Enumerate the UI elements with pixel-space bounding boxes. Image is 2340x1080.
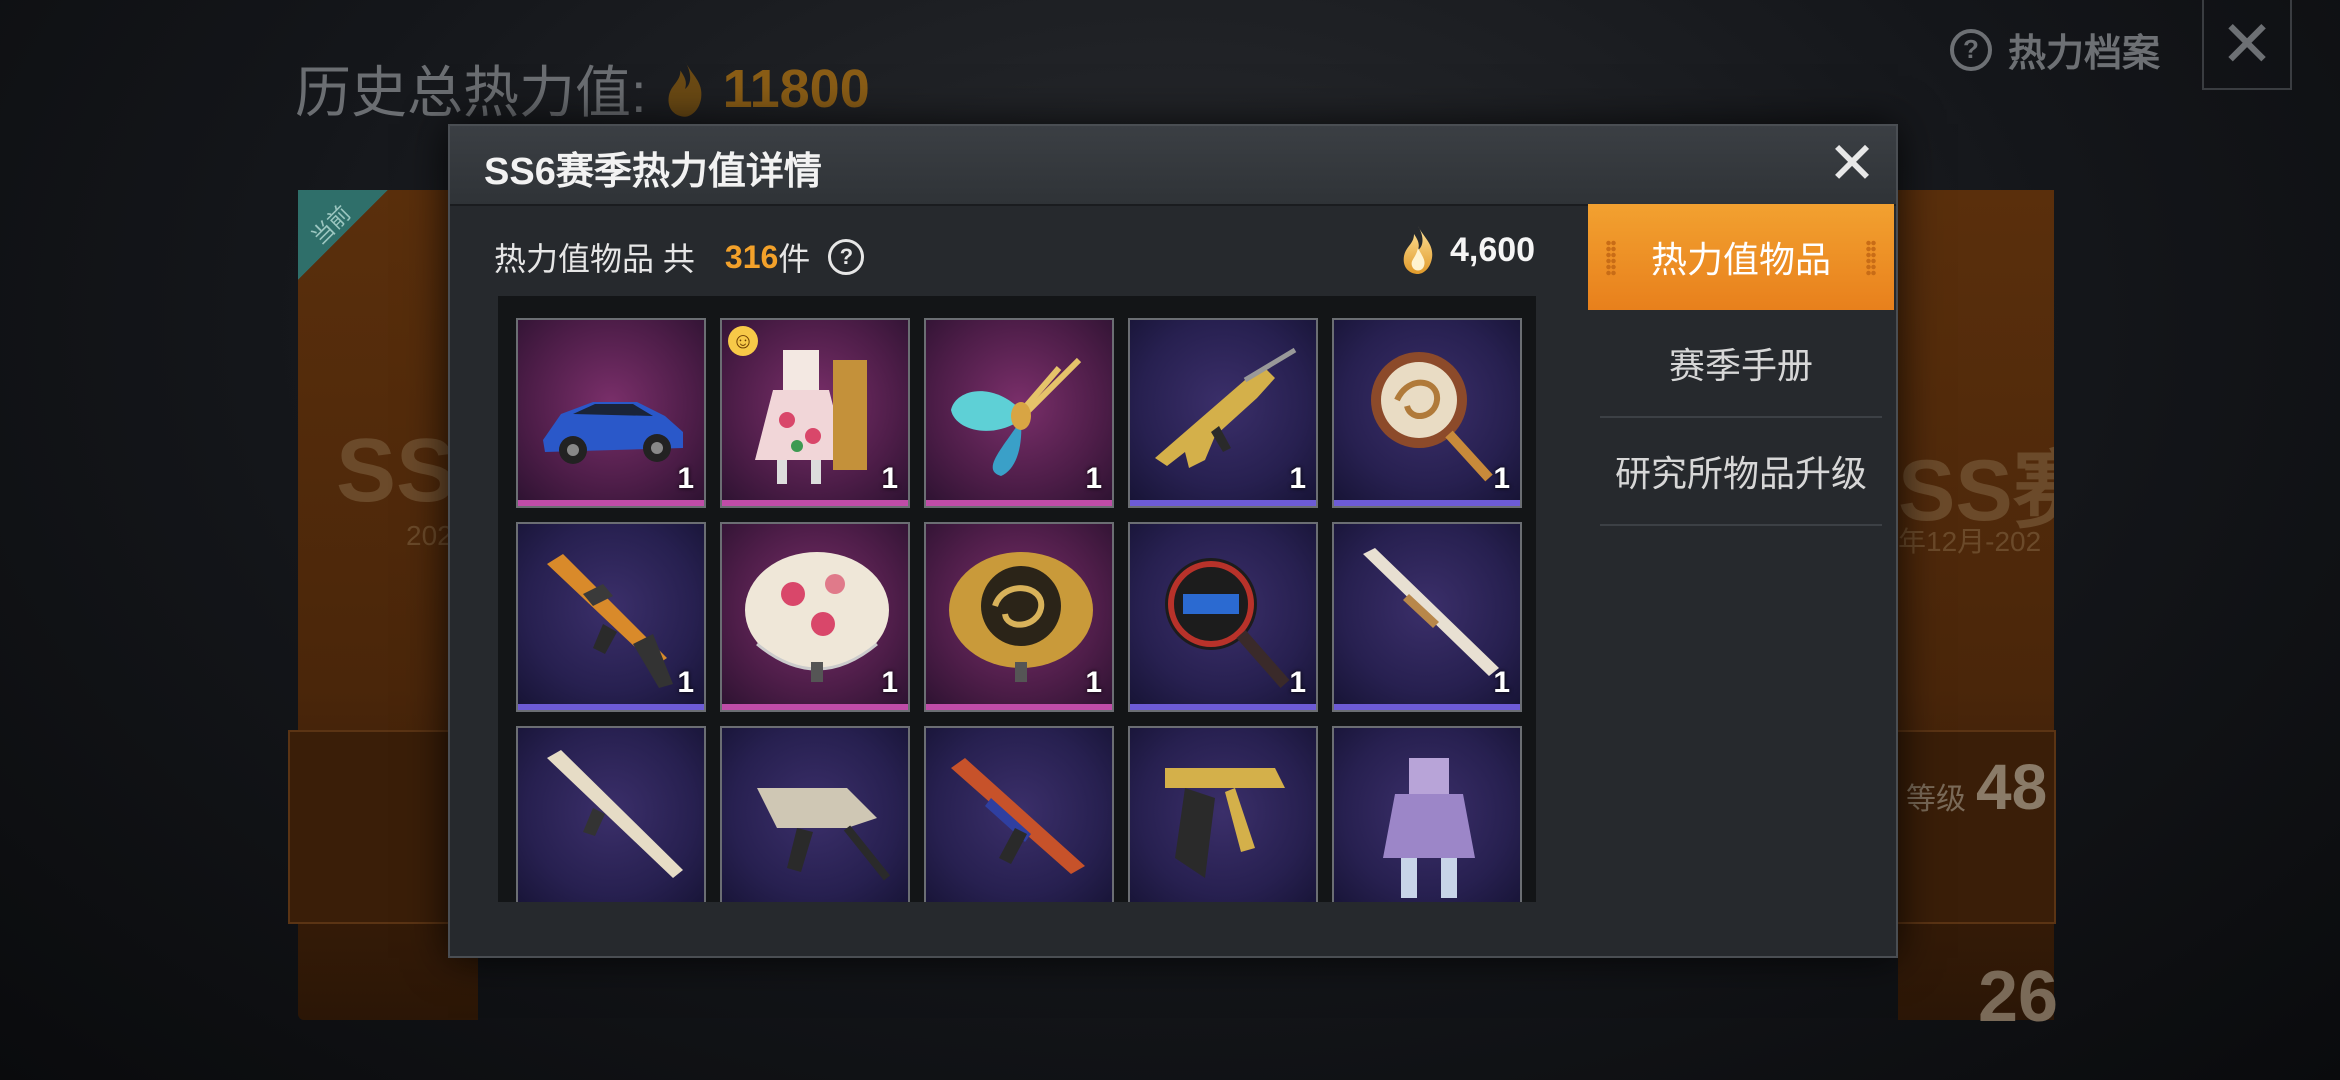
parachute-icon — [745, 552, 889, 682]
item-quantity: 1 — [1493, 462, 1510, 495]
heat-total: 4,600 — [1398, 224, 1535, 276]
item-m416-skin[interactable]: 1 — [516, 522, 706, 712]
item-smg-skin[interactable] — [720, 726, 910, 902]
current-badge: 当前 — [298, 190, 388, 280]
season-level: 等级 48 — [1906, 751, 2048, 823]
dialog-header: SS6赛季热力值详情 ✕ — [450, 126, 1896, 206]
item-quantity: 1 — [1289, 666, 1306, 699]
outfit-icon — [755, 350, 867, 484]
items-panel: 热力值物品 共 316 件 ? 4,600 1 ☺ 1 1 1 1 1 1 1 … — [450, 206, 1586, 956]
history-heat-label: 历史总热力值: — [295, 61, 647, 124]
item-count-value: 316 — [724, 238, 779, 275]
history-heat-total: 历史总热力值: 11800 — [295, 48, 870, 129]
item-quantity: 1 — [881, 666, 898, 699]
item-count: 热力值物品 共 316 件 ? — [494, 234, 865, 280]
dialog-close-button[interactable]: ✕ — [1824, 135, 1880, 193]
rifle-icon — [1155, 347, 1297, 468]
season-name: SS — [336, 421, 457, 521]
item-butterfly-glider[interactable]: 1 — [924, 318, 1114, 508]
help-icon[interactable]: ? — [828, 239, 865, 275]
rifle-icon — [547, 554, 673, 688]
parachute-icon — [949, 552, 1093, 682]
flame-icon — [668, 60, 702, 117]
tab-season-handbook[interactable]: 赛季手册 — [1588, 310, 1894, 416]
item-quantity: 1 — [881, 462, 898, 495]
item-dragon-parachute[interactable]: 1 — [924, 522, 1114, 712]
rifle-icon — [1165, 768, 1285, 878]
item-groza-skin[interactable] — [1128, 726, 1318, 902]
tab-label: 赛季手册 — [1668, 345, 1813, 386]
history-heat-value: 11800 — [722, 58, 870, 119]
item-blue-sports-car[interactable]: 1 — [516, 318, 706, 508]
season-date: 202 — [406, 520, 453, 551]
item-quantity: 1 — [1289, 462, 1306, 495]
dialog-title: SS6赛季热力值详情 — [484, 151, 822, 193]
item-floral-outfit[interactable]: ☺ 1 — [720, 318, 910, 508]
heat-archive-link[interactable]: ? 热力档案 — [1950, 22, 2160, 77]
other-season-card: SS赛 年12月-202 等级48 26 — [1898, 190, 2058, 1037]
season-heat-detail-dialog: SS6赛季热力值详情 ✕ 热力值物品 共 316 件 ? 4,600 1 ☺ 1… — [448, 124, 1898, 958]
tab-lab-upgrade[interactable]: 研究所物品升级 — [1588, 418, 1894, 524]
item-white-rifle-skin[interactable] — [516, 726, 706, 902]
pan-icon — [1165, 558, 1290, 688]
item-quantity: 1 — [677, 666, 694, 699]
item-lavender-outfit[interactable] — [1332, 726, 1522, 902]
item-count-label: 热力值物品 共 — [494, 241, 695, 277]
tab-heat-items[interactable]: 热力值物品 — [1588, 204, 1894, 310]
flame-icon — [1403, 226, 1433, 274]
heat-archive-label: 热力档案 — [2008, 33, 2161, 75]
item-quantity: 1 — [1085, 666, 1102, 699]
item-dragon-pan[interactable]: 1 — [1332, 318, 1522, 508]
tab-decoration — [1866, 240, 1876, 276]
item-quantity: 1 — [677, 462, 694, 495]
tab-decoration — [1606, 240, 1616, 276]
item-floral-parachute[interactable]: 1 — [720, 522, 910, 712]
car-icon — [543, 402, 683, 464]
season-count: 26 — [1978, 957, 2059, 1037]
rifle-icon — [951, 758, 1085, 874]
items-grid-container[interactable]: 1 ☺ 1 1 1 1 1 1 1 1 1 — [498, 296, 1536, 902]
item-quantity: 1 — [1085, 462, 1102, 495]
shotgun-icon — [1363, 548, 1499, 676]
glider-icon — [951, 357, 1082, 476]
item-shotgun-skin[interactable]: 1 — [1332, 522, 1522, 712]
rifle-icon — [547, 750, 683, 878]
smg-icon — [757, 788, 891, 881]
pan-icon — [1371, 352, 1493, 482]
items-grid: 1 ☺ 1 1 1 1 1 1 1 1 1 — [516, 318, 1522, 902]
outfit-icon — [1383, 758, 1475, 898]
heat-total-value: 4,600 — [1450, 230, 1536, 269]
season-date: 年12月-202 — [1898, 526, 2042, 557]
help-icon: ? — [1950, 28, 1992, 71]
tab-divider — [1600, 524, 1882, 526]
category-tabs: 热力值物品 赛季手册 研究所物品升级 — [1588, 204, 1894, 954]
page-close-button[interactable]: ✕ — [2202, 0, 2292, 90]
item-count-unit: 件 — [778, 241, 811, 277]
tab-label: 研究所物品升级 — [1614, 453, 1867, 494]
tab-label: 热力值物品 — [1650, 239, 1831, 280]
item-quantity: 1 — [1493, 666, 1510, 699]
item-gold-rifle-skin[interactable]: 1 — [1128, 318, 1318, 508]
item-black-pan[interactable]: 1 — [1128, 522, 1318, 712]
item-akm-skin[interactable] — [924, 726, 1114, 902]
